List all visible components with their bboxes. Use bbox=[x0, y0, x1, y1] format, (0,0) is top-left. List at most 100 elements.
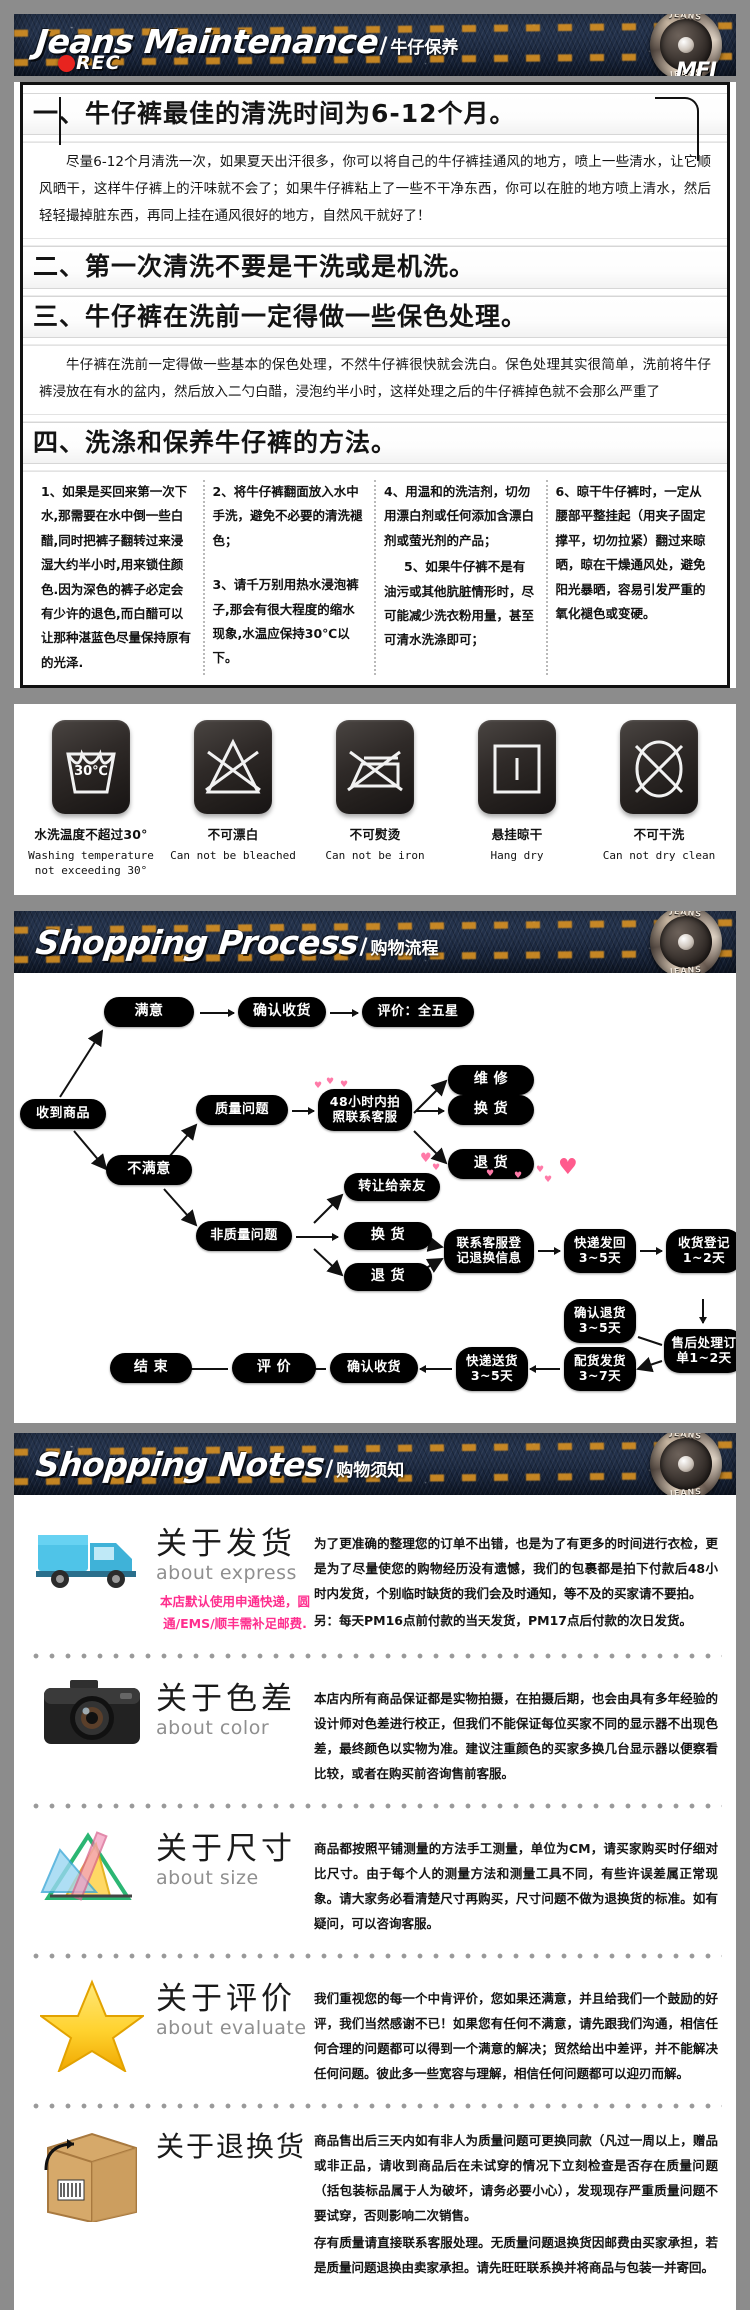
truck-icon bbox=[28, 1521, 156, 1591]
method-column-1: 1、如果是买回来第一次下水,那需要在水中倒一些白醋,同时把裤子翻转过来浸湿大约半… bbox=[33, 480, 205, 675]
gap-2 bbox=[0, 894, 750, 911]
note-item-evaluate: 关于评价 about evaluate 我们重视您的每一个中肯评价，您如果还满意… bbox=[14, 1960, 736, 2096]
note-item-express: 关于发货 about express 本店默认使用申通快递，圆通/EMS/顺丰需… bbox=[14, 1505, 736, 1646]
divider-6 bbox=[23, 464, 727, 471]
flow-node-return-mid: 退 货 bbox=[344, 1262, 432, 1291]
rulers-icon bbox=[28, 1826, 156, 1906]
care-label-en: Hang dry bbox=[490, 849, 544, 862]
flow-node-exchange-top: 换 货 bbox=[448, 1094, 534, 1125]
flow-node-ship-out: 配货发货3~7天 bbox=[564, 1346, 636, 1391]
mfi-logo: MFI bbox=[675, 58, 717, 76]
note-title-cn: 关于退换货 bbox=[156, 2129, 307, 2163]
rec-label: REC bbox=[76, 52, 121, 74]
note-title-evaluate: 关于评价 about evaluate bbox=[156, 1976, 314, 2039]
care-label-en: Can not be iron bbox=[325, 849, 425, 862]
flow-node-after-sales: 售后处理订单1~2天 bbox=[664, 1328, 736, 1373]
method-5-text: 5、如果牛仔裤不是有油污或其他肮脏情形时，尽可能减少洗衣粉用量，甚至可清水洗涤即… bbox=[384, 559, 535, 648]
note-item-size: 关于尺寸 about size 商品都按照平铺测量的方法手工测量，单位为CM，请… bbox=[14, 1810, 736, 1946]
flow-node-contact-register-text: 联系客服登记退换信息 bbox=[456, 1235, 522, 1265]
method-column-3: 4、用温和的洗洁剂，切勿用漂白剂或任何添加含漂白剂或萤光剂的产品； 5、如果牛仔… bbox=[376, 480, 548, 675]
heart-decor-icon: ♥ bbox=[340, 1079, 349, 1090]
jeans-button-icon: JEANS JEANS bbox=[650, 1432, 722, 1495]
flow-node-delivery-text: 快递送货3~5天 bbox=[465, 1353, 518, 1383]
care-symbol-bleach: 不可漂白 Can not be bleached bbox=[169, 720, 297, 864]
banner-title-slash: / bbox=[325, 1456, 334, 1482]
note-title-cn: 关于评价 bbox=[156, 1980, 296, 2017]
note-title-color: 关于色差 about color bbox=[156, 1676, 314, 1739]
section-heading-2: 二、第一次清洗不要是干洗或是机洗。 bbox=[23, 246, 727, 289]
care-symbols-row: 30℃ 水洗温度不超过30° Washing temperature not e… bbox=[14, 704, 736, 895]
maintenance-panel: 一、牛仔裤最佳的清洗时间为6-12个月。 尽量6-12个月清洗一次，如果夏天出汗… bbox=[14, 82, 736, 688]
flow-node-photo-contact: 48小时内拍照联系客服 bbox=[318, 1088, 412, 1131]
care-label-cn: 水洗温度不超过30° bbox=[34, 827, 148, 842]
flow-node-confirm-return: 确认退货3~5天 bbox=[564, 1298, 636, 1343]
care-label-en: Can not dry clean bbox=[602, 849, 716, 862]
note-body-evaluate: 我们重视您的每一个中肯评价，您如果还满意，并且给我们一个鼓励的好评，我们当然感谢… bbox=[314, 1976, 718, 2086]
flow-node-repair: 维 修 bbox=[448, 1064, 534, 1095]
method-1-text: 1、如果是买回来第一次下水,那需要在水中倒一些白醋,同时把裤子翻转过来浸湿大约半… bbox=[41, 484, 192, 670]
box-icon bbox=[28, 2126, 156, 2223]
flow-node-confirm-receipt-top: 确认收货 bbox=[238, 996, 326, 1027]
flow-node-transfer: 转让给亲友 bbox=[344, 1172, 440, 1201]
heart-decor-icon: ♥ bbox=[432, 1162, 441, 1173]
care-label-cn: 不可干洗 bbox=[633, 827, 685, 842]
banner-title-process: Shopping Process / 购物流程 bbox=[33, 922, 439, 962]
method-column-4: 6、晾干牛仔裤时，一定从腰部平整挂起（用夹子固定撑平，切勿拉紧）翻过来晾晒，晾在… bbox=[548, 480, 718, 675]
banner-title-cn: 购物须知 bbox=[336, 1460, 405, 1481]
section-heading-1-text: 一、牛仔裤最佳的清洗时间为6-12个月。 bbox=[33, 99, 516, 128]
banner-title-notes: Shopping Notes / 购物须知 bbox=[34, 1445, 405, 1484]
note-title-en: about express bbox=[156, 1561, 297, 1584]
divider-3 bbox=[23, 288, 727, 296]
star-icon bbox=[28, 1976, 156, 2074]
flow-arrow-1 bbox=[200, 1008, 235, 1017]
banner-title-slash: / bbox=[379, 34, 388, 59]
button-word-bottom: JEANS bbox=[669, 1486, 703, 1495]
heart-decor-icon: ♥ bbox=[536, 1164, 545, 1175]
button-center-dot bbox=[678, 1455, 694, 1472]
note-body-color: 本店内所有商品保证都是实物拍摄，在拍摄后期，也会由具有多年经验的设计师对色差进行… bbox=[314, 1676, 718, 1786]
note-title-cn: 关于色差 bbox=[156, 1680, 296, 1717]
banner-title-slash: / bbox=[359, 934, 368, 960]
jeans-button-icon: JEANS JEANS bbox=[650, 910, 722, 973]
infographic-page: Jeans Maintenance / 牛仔保养 REC JEANS JEANS… bbox=[0, 0, 750, 2310]
care-label-en: Can not be bleached bbox=[170, 849, 296, 862]
flow-node-non-quality-issue: 非质量问题 bbox=[196, 1220, 292, 1251]
section-body-3: 牛仔裤在洗前一定得做一些基本的保色处理，不然牛仔裤很快就会洗白。保色处理其实很简… bbox=[23, 344, 727, 415]
flow-node-express-back-text: 快递发回3~5天 bbox=[573, 1235, 626, 1265]
methods-columns: 1、如果是买回来第一次下水,那需要在水中倒一些白醋,同时把裤子翻转过来浸湿大约半… bbox=[23, 471, 727, 685]
note-para: 另：每天PM16点前付款的当天发货，PM17点后付款的次日发货。 bbox=[314, 1612, 692, 1628]
note-item-return: 关于退换货 商品售出后三天内如有非人为质量问题可更换同款（凡过一周以上，赠品或非… bbox=[14, 2110, 736, 2290]
heart-decor-icon: ♥ bbox=[558, 1154, 578, 1180]
section-heading-4-text: 四、洗涤和保养牛仔裤的方法。 bbox=[33, 427, 398, 457]
flow-node-delivery: 快递送货3~5天 bbox=[456, 1346, 528, 1391]
flow-node-quality-issue: 质量问题 bbox=[196, 1094, 288, 1125]
care-label-en: Washing temperature not exceeding 30° bbox=[28, 849, 154, 877]
flow-node-satisfied: 满意 bbox=[104, 996, 194, 1027]
divider-5 bbox=[23, 414, 727, 422]
flow-arrow-2 bbox=[330, 1008, 359, 1017]
flow-node-end: 结 束 bbox=[110, 1352, 192, 1383]
top-margin bbox=[0, 0, 750, 14]
no-bleach-icon bbox=[194, 720, 272, 814]
flow-node-receipt-register: 收货登记1~2天 bbox=[666, 1228, 736, 1273]
shopping-notes-list: 关于发货 about express 本店默认使用申通快递，圆通/EMS/顺丰需… bbox=[14, 1494, 736, 2310]
camera-icon bbox=[28, 1676, 156, 1750]
care-label-cn: 不可熨烫 bbox=[349, 827, 401, 842]
heart-decor-icon: ♥ bbox=[420, 1150, 432, 1166]
flow-node-receipt-register-text: 收货登记1~2天 bbox=[677, 1235, 730, 1265]
heart-decor-icon: ♥ bbox=[544, 1174, 553, 1185]
note-item-color: 关于色差 about color 本店内所有商品保证都是实物拍摄，在拍摄后期，也… bbox=[14, 1660, 736, 1796]
flow-arrow-3 bbox=[292, 1106, 315, 1115]
gap-3 bbox=[0, 1422, 750, 1433]
care-symbol-iron: 不可熨烫 Can not be iron bbox=[311, 720, 439, 864]
section-heading-3-text: 三、牛仔裤在洗前一定得做一些保色处理。 bbox=[33, 301, 528, 331]
banner-title-cn: 购物流程 bbox=[370, 938, 439, 959]
button-word-bottom: JEANS bbox=[669, 964, 703, 973]
flow-arrow-vertical bbox=[699, 1298, 707, 1324]
divider-1 bbox=[23, 135, 727, 143]
flow-bottom-pad bbox=[14, 1398, 736, 1423]
section-heading-4: 四、洗涤和保养牛仔裤的方法。 bbox=[23, 421, 727, 464]
flow-node-rate-five-star: 评价：全五星 bbox=[362, 996, 474, 1027]
banner-title-en: Shopping Process bbox=[33, 922, 361, 962]
flow-arrow-5 bbox=[296, 1232, 339, 1241]
